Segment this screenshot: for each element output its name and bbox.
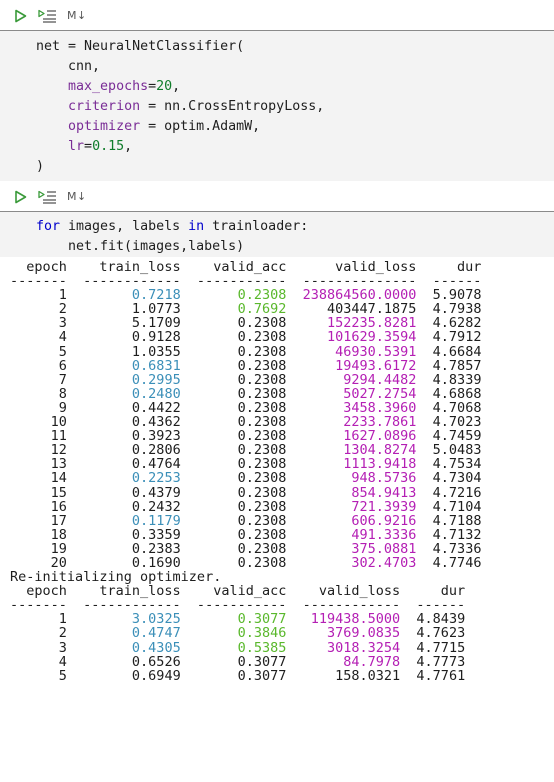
markdown-toggle[interactable]: M↓ bbox=[67, 190, 87, 203]
run-cell-icon[interactable] bbox=[14, 189, 27, 208]
cell1-toolbar: M↓ bbox=[0, 0, 554, 30]
table-row: 5 0.6949 0.3077 158.0321 4.7761 bbox=[10, 668, 465, 684]
code-cell-2[interactable]: for images, labels in trainloader: net.f… bbox=[0, 211, 554, 257]
code-cell-1[interactable]: net = NeuralNetClassifier( cnn, max_epoc… bbox=[0, 30, 554, 181]
code-editor-1[interactable]: net = NeuralNetClassifier( cnn, max_epoc… bbox=[36, 37, 324, 177]
execute-above-icon[interactable] bbox=[38, 8, 58, 27]
code-line: criterion = nn.CrossEntropyLoss, bbox=[68, 99, 325, 114]
table-cell: 302.4703 bbox=[286, 554, 417, 571]
cell-output: epoch train_loss valid_acc valid_loss du… bbox=[0, 257, 554, 782]
code-line: lr=0.15, bbox=[68, 139, 133, 154]
code-line: cnn, bbox=[36, 59, 101, 74]
code-line: max_epochs=20, bbox=[68, 79, 181, 94]
training-log: epoch train_loss valid_acc valid_loss du… bbox=[10, 260, 481, 683]
code-line: net.fit(images,labels) bbox=[36, 239, 245, 254]
code-editor-2[interactable]: for images, labels in trainloader: net.f… bbox=[36, 217, 308, 257]
code-line: optimizer = optim.AdamW, bbox=[68, 119, 261, 134]
table-cell: 5 bbox=[10, 667, 67, 684]
table-cell: 158.0321 bbox=[286, 667, 401, 684]
table-cell: 4.7746 bbox=[416, 554, 482, 571]
table-cell: 0.6949 bbox=[66, 667, 181, 684]
table-cell: 4.7761 bbox=[400, 667, 466, 684]
execute-above-icon[interactable] bbox=[38, 189, 58, 208]
cell2-toolbar: M↓ bbox=[0, 181, 554, 211]
run-cell-icon[interactable] bbox=[14, 8, 27, 27]
code-line: net = NeuralNetClassifier( bbox=[36, 39, 245, 54]
code-line: ) bbox=[36, 159, 45, 174]
code-line: for images, labels in trainloader: bbox=[36, 219, 309, 234]
table-cell: 0.3077 bbox=[180, 667, 287, 684]
markdown-toggle[interactable]: M↓ bbox=[67, 9, 87, 22]
